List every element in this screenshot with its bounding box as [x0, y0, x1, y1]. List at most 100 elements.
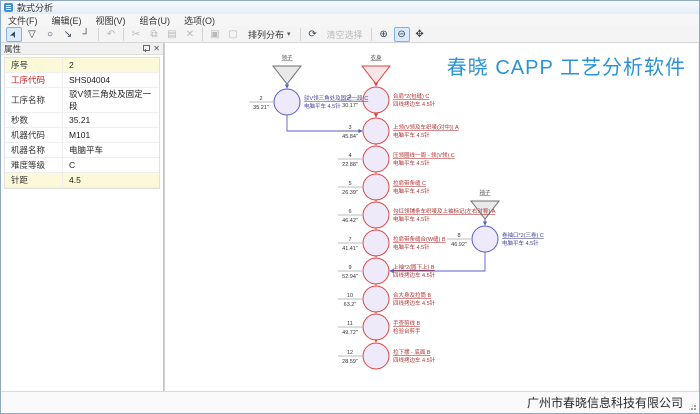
transform-select-button[interactable]: ⟳: [305, 27, 321, 42]
property-label: 机器代码: [5, 128, 63, 142]
menu-view[interactable]: 视图(V): [89, 14, 133, 27]
node-machine: 电脑平车 4.5针: [393, 159, 430, 167]
property-row-seq: 序号 2: [5, 58, 159, 73]
process-node-11[interactable]: [363, 314, 389, 340]
pin-icon[interactable]: [143, 45, 148, 52]
triangle-tool-button[interactable]: ▽: [24, 27, 40, 42]
clear-selection-button[interactable]: 清空选择: [323, 27, 367, 42]
resize-grip[interactable]: [688, 402, 697, 411]
process-node-3[interactable]: [363, 118, 389, 144]
toolbar-separator: [300, 28, 301, 41]
process-node-6[interactable]: [363, 202, 389, 228]
node-seq: 8: [457, 233, 460, 239]
node-name: 合肩*2(包缝) C: [393, 92, 429, 100]
delete-icon: ✕: [186, 29, 194, 40]
ellipse-tool-button[interactable]: ○: [42, 27, 58, 42]
source-label-collar: 领子: [281, 54, 293, 62]
property-label: 针距: [5, 173, 63, 187]
node-time: 45.84": [342, 134, 358, 140]
process-node-9[interactable]: [363, 258, 389, 284]
process-node-8[interactable]: [472, 226, 498, 252]
copy-button[interactable]: ⧉: [146, 27, 162, 42]
property-value[interactable]: 电脑平车: [63, 144, 159, 156]
property-value[interactable]: C: [63, 160, 159, 170]
property-value[interactable]: M101: [63, 130, 159, 140]
clear-selection-label: 清空选择: [327, 28, 363, 41]
process-node-4[interactable]: [363, 146, 389, 172]
properties-title: 属性: [4, 43, 21, 55]
pan-button[interactable]: ✥: [412, 27, 428, 42]
toolbar-separator: [123, 28, 124, 41]
undo-button[interactable]: ↶: [103, 27, 119, 42]
line-connector-button[interactable]: ↘: [60, 27, 76, 42]
properties-panel-header: 属性 ✕: [1, 43, 163, 55]
property-value[interactable]: 35.21: [63, 115, 159, 125]
node-time: 28.59": [342, 359, 358, 365]
property-label: 工序名称: [5, 88, 63, 112]
elbow-connector-button[interactable]: ┘: [78, 27, 94, 42]
node-seq: 11: [347, 321, 353, 327]
zoom-out-button[interactable]: ⊖: [394, 27, 410, 42]
arrange-distribute-button[interactable]: 排列分布 ▾: [243, 27, 296, 42]
source-triangle-body[interactable]: [362, 66, 390, 84]
paste-icon: ▤: [167, 29, 176, 40]
pan-icon: ✥: [415, 29, 423, 40]
process-node-2[interactable]: [274, 89, 300, 115]
select-tool-button[interactable]: ➤: [6, 27, 22, 42]
properties-panel: 属性 ✕ 序号 2 工序代码 SHS04004 工序名称 驳V领三角处及固定一段…: [1, 43, 164, 391]
diagram-canvas[interactable]: 春晓 CAPP 工艺分析软件 领子 衣身 袖子: [164, 43, 698, 391]
bring-to-front-icon: ▣: [210, 29, 219, 40]
ellipse-tool-icon: ○: [47, 29, 53, 40]
menu-group[interactable]: 组合(U): [133, 14, 178, 27]
property-value[interactable]: 驳V领三角处及固定一段: [63, 88, 159, 112]
zoom-out-icon: ⊖: [397, 29, 405, 40]
process-node-7[interactable]: [363, 230, 389, 256]
property-row-machine-code: 机器代码 M101: [5, 128, 159, 143]
node-seq: 4: [348, 153, 351, 159]
node-machine: 四线拷边车 4.5针: [393, 100, 436, 108]
process-node-5[interactable]: [363, 174, 389, 200]
process-flowchart: 领子 衣身 袖子: [165, 43, 698, 391]
toolbar-separator: [371, 28, 372, 41]
property-value[interactable]: 2: [63, 60, 159, 70]
node-name: 拉肩带条缝 C: [393, 179, 426, 187]
zoom-in-button[interactable]: ⊕: [376, 27, 392, 42]
source-triangle-collar[interactable]: [273, 66, 301, 84]
close-icon[interactable]: ✕: [153, 45, 160, 53]
node-seq: 2: [259, 96, 262, 102]
node-name: 拉下摆 - 底面 B: [393, 348, 431, 356]
node-time: 49.72": [342, 330, 358, 336]
node-name: 卷袖口*2(三卷) C: [502, 231, 544, 239]
property-row-process-code: 工序代码 SHS04004: [5, 73, 159, 88]
node-seq: 3: [348, 125, 351, 131]
bring-to-front-button[interactable]: ▣: [207, 27, 223, 42]
node-seq: 12: [347, 350, 353, 356]
property-row-stitch: 针距 4.5: [5, 173, 159, 188]
process-node-12[interactable]: [363, 343, 389, 369]
node-time: 63.2": [344, 302, 357, 308]
triangle-tool-icon: ▽: [28, 29, 36, 40]
property-value[interactable]: 4.5: [63, 175, 159, 185]
node-seq: 10: [347, 293, 353, 299]
node-time: 46.92": [451, 242, 467, 248]
property-value[interactable]: SHS04004: [63, 75, 159, 85]
undo-icon: ↶: [107, 29, 115, 40]
property-grid: 序号 2 工序代码 SHS04004 工序名称 驳V领三角处及固定一段 秒数 3…: [4, 57, 160, 189]
node-time: 46.42": [342, 218, 358, 224]
cut-button[interactable]: ✂: [128, 27, 144, 42]
property-row-process-name: 工序名称 驳V领三角处及固定一段: [5, 88, 159, 113]
send-to-back-icon: ▢: [228, 29, 237, 40]
node-name: 驳V领三角处及固定一段 C: [304, 94, 368, 102]
paste-button[interactable]: ▤: [164, 27, 180, 42]
arrange-distribute-label: 排列分布: [248, 28, 284, 41]
menu-file[interactable]: 文件(F): [1, 14, 45, 27]
node-name: 手查剪线 B: [393, 319, 421, 327]
node-time: 22.88": [342, 162, 358, 168]
menu-options[interactable]: 选项(O): [177, 14, 222, 27]
property-label: 难度等级: [5, 158, 63, 172]
process-node-10[interactable]: [363, 286, 389, 312]
send-to-back-button[interactable]: ▢: [225, 27, 241, 42]
zoom-in-icon: ⊕: [379, 29, 387, 40]
menu-edit[interactable]: 编辑(E): [45, 14, 89, 27]
delete-button[interactable]: ✕: [182, 27, 198, 42]
